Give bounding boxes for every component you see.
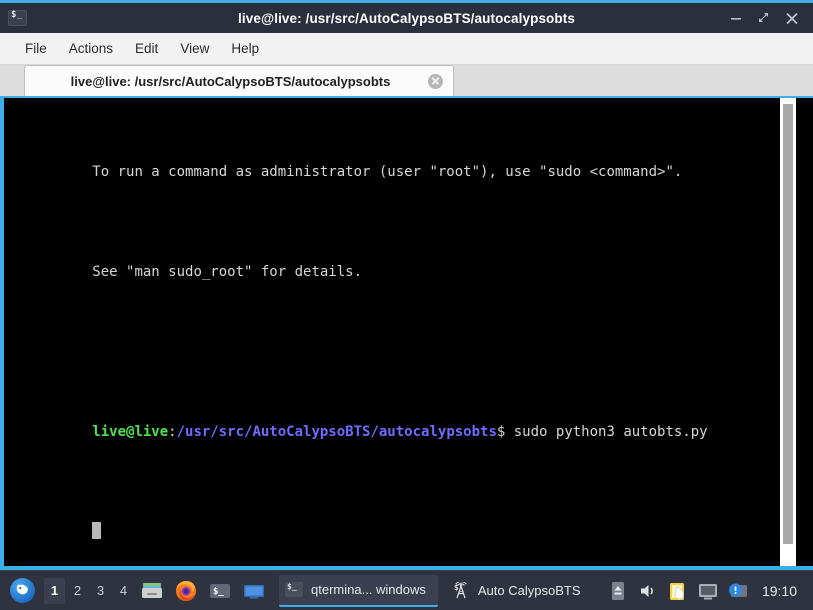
- prompt-user-host: live@live: [92, 424, 169, 440]
- menu-item-help[interactable]: Help: [220, 38, 270, 59]
- terminal-cursor: [92, 522, 102, 539]
- xfce-menu-button[interactable]: [10, 578, 35, 603]
- eject-icon[interactable]: [606, 579, 630, 603]
- svg-text:$_: $_: [213, 587, 224, 597]
- update-notifier-icon[interactable]: [726, 579, 750, 603]
- window-controls: [729, 11, 807, 25]
- system-tray: 19:10: [606, 579, 809, 603]
- terminal-icon[interactable]: $_: [207, 578, 233, 604]
- minimize-button[interactable]: [729, 11, 743, 25]
- terminal-line: To run a command as administrator (user …: [8, 142, 779, 202]
- window-title: live@live: /usr/src/AutoCalypsoBTS/autoc…: [238, 10, 575, 26]
- menu-item-edit[interactable]: Edit: [124, 38, 169, 59]
- workspace-button-3[interactable]: 3: [90, 578, 111, 604]
- terminal-cursor-line: [8, 502, 779, 562]
- clipboard-icon[interactable]: [666, 579, 690, 603]
- terminal-output[interactable]: To run a command as administrator (user …: [4, 98, 779, 566]
- desktop: live@live: /usr/src/AutoCalypsoBTS/autoc…: [0, 0, 813, 610]
- show-desktop-icon[interactable]: [241, 578, 267, 604]
- tab-label: live@live: /usr/src/AutoCalypsoBTS/autoc…: [70, 73, 391, 89]
- mouse-icon: [16, 584, 28, 595]
- window-titlebar[interactable]: live@live: /usr/src/AutoCalypsoBTS/autoc…: [0, 3, 813, 33]
- menu-item-view[interactable]: View: [169, 38, 220, 59]
- prompt-separator: :: [168, 424, 177, 440]
- prompt-command: $ sudo python3 autobts.py: [496, 424, 708, 440]
- window-button-auto-calypsobts[interactable]: Auto CalypsoBTS: [446, 575, 593, 607]
- taskbar: 1 2 3 4 $_ $_ qtermina... windows $_ Aut…: [0, 570, 813, 610]
- prompt-path: /usr/src/AutoCalypsoBTS/autocalypsobts: [176, 424, 497, 440]
- close-button[interactable]: [785, 11, 799, 25]
- terminal-icon: [8, 10, 27, 26]
- terminal-body: To run a command as administrator (user …: [0, 98, 813, 566]
- antenna-icon: [452, 582, 470, 599]
- menubar: File Actions Edit View Help: [0, 33, 813, 65]
- terminal-window: live@live: /usr/src/AutoCalypsoBTS/autoc…: [0, 0, 813, 570]
- terminal-line: See "man sudo_root" for details.: [8, 242, 779, 302]
- workspace-button-2[interactable]: 2: [67, 578, 88, 604]
- terminal-right-margin: [796, 98, 813, 566]
- clock[interactable]: 19:10: [762, 583, 797, 599]
- window-button-label: qtermina... windows: [311, 582, 426, 597]
- terminal-prompt-line: live@live:/usr/src/AutoCalypsoBTS/autoca…: [8, 402, 779, 462]
- workspace-button-1[interactable]: 1: [44, 577, 65, 604]
- maximize-button[interactable]: [757, 11, 771, 25]
- menu-item-actions[interactable]: Actions: [58, 38, 124, 59]
- terminal-scrollbar[interactable]: [779, 98, 796, 566]
- close-icon[interactable]: [428, 73, 443, 89]
- workspace-button-4[interactable]: 4: [113, 578, 134, 604]
- terminal-text: To run a command as administrator (user …: [92, 164, 683, 180]
- scrollbar-thumb[interactable]: [783, 104, 793, 544]
- tab-terminal-0[interactable]: live@live: /usr/src/AutoCalypsoBTS/autoc…: [24, 65, 454, 96]
- tab-bar: live@live: /usr/src/AutoCalypsoBTS/autoc…: [0, 65, 813, 98]
- taskbar-left: 1 2 3 4 $_ $_ qtermina... windows $_ Aut…: [4, 574, 593, 607]
- menu-item-file[interactable]: File: [14, 38, 58, 59]
- firefox-icon[interactable]: [173, 578, 199, 604]
- window-button-qterminal[interactable]: qtermina... windows: [279, 574, 438, 607]
- volume-icon[interactable]: [636, 579, 660, 603]
- window-button-label: Auto CalypsoBTS: [477, 583, 581, 598]
- terminal-icon: [285, 582, 303, 597]
- terminal-text: See "man sudo_root" for details.: [92, 264, 363, 280]
- display-icon[interactable]: [696, 579, 720, 603]
- file-manager-icon[interactable]: [139, 578, 165, 604]
